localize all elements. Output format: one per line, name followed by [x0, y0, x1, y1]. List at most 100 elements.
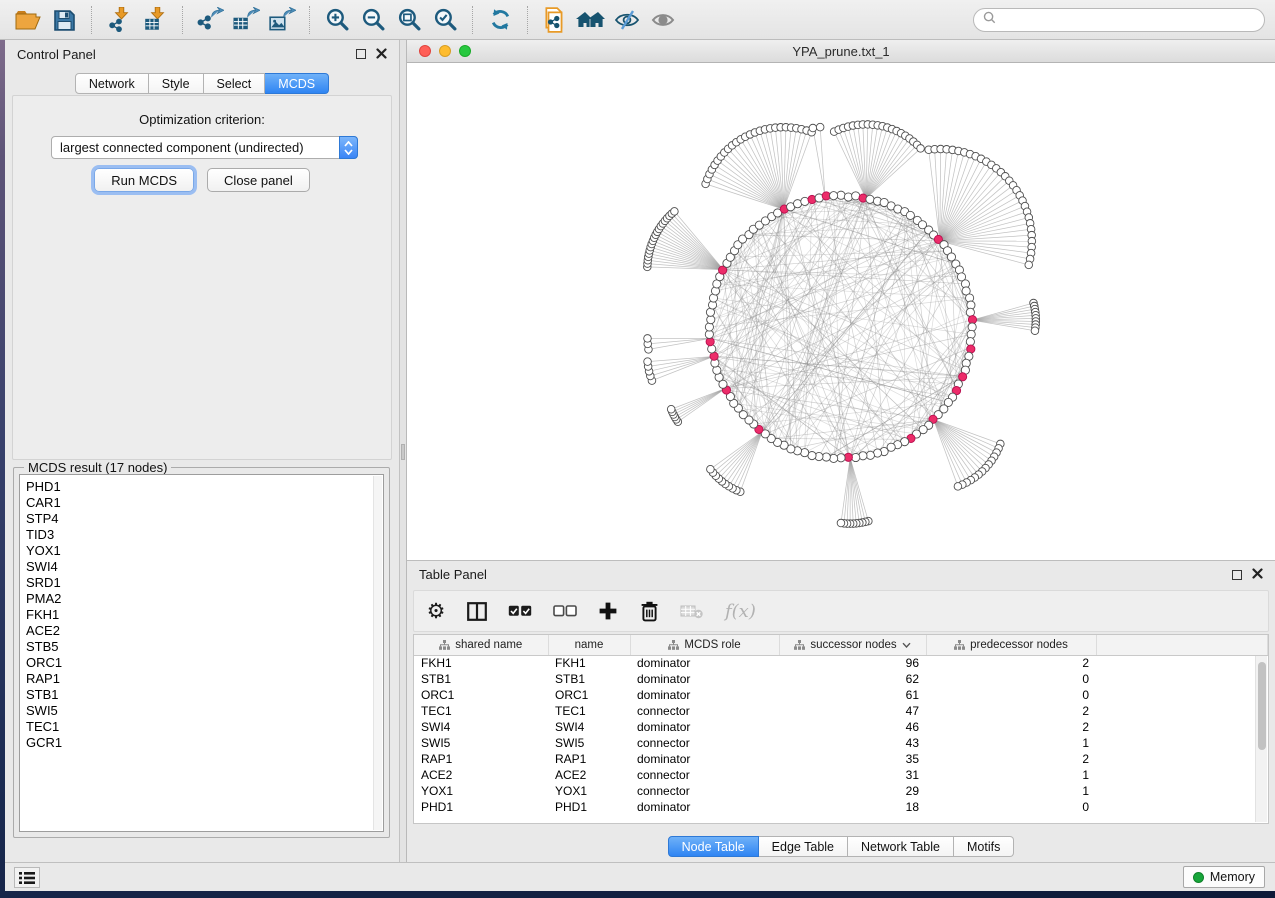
- graph-node[interactable]: [707, 465, 715, 473]
- tab-edge-table[interactable]: Edge Table: [759, 836, 848, 857]
- graph-node[interactable]: [906, 211, 914, 219]
- mcds-result-item[interactable]: TID3: [26, 527, 383, 543]
- table-row[interactable]: RAP1RAP1dominator352: [414, 751, 1268, 767]
- mcds-result-item[interactable]: GCR1: [26, 735, 383, 751]
- network-view[interactable]: [407, 63, 1275, 560]
- eye-slash-icon[interactable]: [609, 4, 645, 36]
- panel-splitter[interactable]: [400, 40, 407, 862]
- table-row[interactable]: PHD1PHD1dominator180: [414, 799, 1268, 815]
- mcds-result-item[interactable]: FKH1: [26, 607, 383, 623]
- mcds-result-item[interactable]: SRD1: [26, 575, 383, 591]
- mcds-result-item[interactable]: TEC1: [26, 719, 383, 735]
- table-row[interactable]: STB1STB1dominator620: [414, 671, 1268, 687]
- table-scrollbar-thumb[interactable]: [1258, 662, 1266, 750]
- search-box[interactable]: [973, 8, 1265, 32]
- mcds-result-item[interactable]: PHD1: [26, 479, 383, 495]
- graph-node[interactable]: [1031, 327, 1039, 335]
- add-column-icon[interactable]: [598, 598, 618, 624]
- checked-boxes-icon[interactable]: [508, 598, 532, 624]
- graph-node[interactable]: [644, 335, 652, 343]
- unchecked-boxes-icon[interactable]: [553, 598, 577, 624]
- two-houses-icon[interactable]: [573, 4, 609, 36]
- mcds-result-item[interactable]: ORC1: [26, 655, 383, 671]
- eye-icon[interactable]: [645, 4, 681, 36]
- graph-node[interactable]: [1025, 261, 1033, 269]
- list-scrollbar-track[interactable]: [373, 476, 382, 830]
- save-session-icon[interactable]: [46, 4, 82, 36]
- table-row[interactable]: YOX1YOX1connector291: [414, 783, 1268, 799]
- table-row[interactable]: SWI4SWI4dominator462: [414, 719, 1268, 735]
- tab-network-table[interactable]: Network Table: [848, 836, 954, 857]
- close-panel-button[interactable]: Close panel: [207, 168, 310, 192]
- column-header-name[interactable]: name: [548, 635, 630, 655]
- list-mode-button[interactable]: [14, 867, 40, 888]
- export-image-icon[interactable]: [264, 4, 300, 36]
- graph-node[interactable]: [968, 323, 976, 331]
- search-input[interactable]: [1002, 12, 1255, 28]
- graph-node[interactable]: [954, 483, 962, 491]
- graph-node[interactable]: [816, 123, 824, 131]
- float-window-icon[interactable]: [356, 49, 366, 59]
- zoom-selected-icon[interactable]: [427, 4, 463, 36]
- table-row[interactable]: SWI5SWI5connector431: [414, 735, 1268, 751]
- graph-node[interactable]: [809, 124, 817, 132]
- graph-node[interactable]: [671, 208, 679, 216]
- minimize-window-icon[interactable]: [439, 45, 451, 57]
- graph-node[interactable]: [917, 145, 925, 153]
- graph-node[interactable]: [866, 195, 874, 203]
- document-share-icon[interactable]: [537, 4, 573, 36]
- graph-node[interactable]: [852, 192, 860, 200]
- column-header-predecessor-nodes[interactable]: predecessor nodes: [926, 635, 1096, 655]
- split-columns-icon[interactable]: [467, 598, 487, 624]
- run-mcds-button[interactable]: Run MCDS: [94, 168, 194, 192]
- mcds-result-list[interactable]: PHD1CAR1STP4TID3YOX1SWI4SRD1PMA2FKH1ACE2…: [19, 474, 384, 832]
- mcds-result-item[interactable]: RAP1: [26, 671, 383, 687]
- trash-icon[interactable]: [639, 598, 659, 624]
- tab-select[interactable]: Select: [204, 73, 266, 94]
- close-table-panel-icon[interactable]: [1252, 567, 1263, 582]
- open-file-icon[interactable]: [10, 4, 46, 36]
- mcds-result-item[interactable]: YOX1: [26, 543, 383, 559]
- import-table-icon[interactable]: [137, 4, 173, 36]
- settings-gear-icon[interactable]: ⚙: [426, 598, 446, 624]
- close-window-icon[interactable]: [419, 45, 431, 57]
- graph-node[interactable]: [644, 358, 652, 366]
- table-scrollbar-track[interactable]: [1255, 656, 1267, 822]
- column-header-successor-nodes[interactable]: successor nodes: [779, 635, 926, 655]
- mcds-result-item[interactable]: SWI5: [26, 703, 383, 719]
- tab-network[interactable]: Network: [75, 73, 149, 94]
- zoom-fit-icon[interactable]: [391, 4, 427, 36]
- graph-node-mcds[interactable]: [959, 373, 967, 381]
- import-network-icon[interactable]: [101, 4, 137, 36]
- graph-node[interactable]: [705, 323, 713, 331]
- table-row[interactable]: TEC1TEC1connector472: [414, 703, 1268, 719]
- mcds-result-item[interactable]: ACE2: [26, 623, 383, 639]
- mcds-result-item[interactable]: STP4: [26, 511, 383, 527]
- mcds-result-item[interactable]: CAR1: [26, 495, 383, 511]
- graph-node[interactable]: [844, 193, 852, 201]
- splitter-grip-icon[interactable]: [401, 444, 405, 460]
- mcds-result-item[interactable]: STB1: [26, 687, 383, 703]
- float-table-panel-icon[interactable]: [1232, 570, 1242, 580]
- table-row[interactable]: ACE2ACE2connector311: [414, 767, 1268, 783]
- mcds-result-item[interactable]: SWI4: [26, 559, 383, 575]
- network-window-titlebar[interactable]: YPA_prune.txt_1: [407, 40, 1275, 63]
- graph-node[interactable]: [667, 405, 675, 413]
- export-table-icon[interactable]: [228, 4, 264, 36]
- column-header-mcds-role[interactable]: MCDS role: [630, 635, 779, 655]
- graph-node[interactable]: [866, 451, 874, 459]
- graph-node[interactable]: [837, 519, 845, 527]
- mcds-result-item[interactable]: PMA2: [26, 591, 383, 607]
- tab-style[interactable]: Style: [149, 73, 204, 94]
- graph-node[interactable]: [830, 454, 838, 462]
- criterion-dropdown[interactable]: largest connected component (undirected): [51, 136, 358, 159]
- graph-node[interactable]: [708, 345, 716, 353]
- table-row[interactable]: FKH1FKH1dominator962: [414, 655, 1268, 671]
- tab-node-table[interactable]: Node Table: [668, 836, 759, 857]
- close-panel-icon[interactable]: [376, 47, 387, 62]
- tab-mcds[interactable]: MCDS: [265, 73, 329, 94]
- graph-node[interactable]: [830, 192, 838, 200]
- tab-motifs[interactable]: Motifs: [954, 836, 1014, 857]
- refresh-icon[interactable]: [482, 4, 518, 36]
- memory-button[interactable]: Memory: [1183, 866, 1265, 888]
